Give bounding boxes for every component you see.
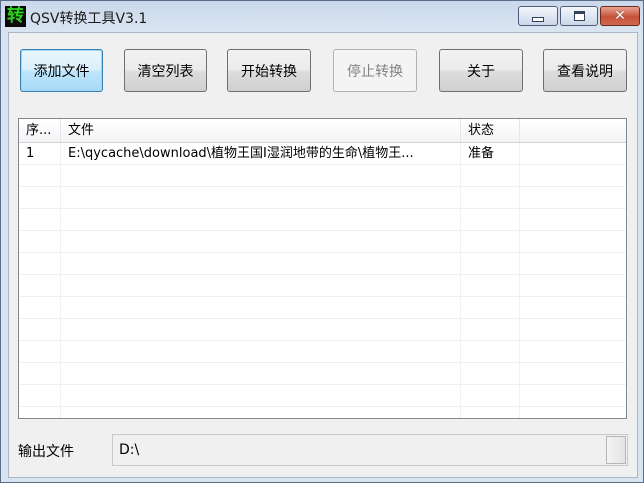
start-convert-button[interactable]: 开始转换 [227, 49, 311, 92]
list-header: 序... 文件 状态 [19, 119, 626, 143]
minimize-button[interactable] [518, 6, 558, 26]
clear-list-button[interactable]: 清空列表 [124, 49, 207, 92]
output-path-field[interactable] [112, 434, 628, 466]
title-bar[interactable]: 转 QSV转换工具V3.1 ✕ [1, 1, 643, 33]
close-icon: ✕ [614, 8, 626, 24]
row-status: 准备 [468, 146, 495, 161]
list-body[interactable] [19, 143, 626, 418]
maximize-button[interactable] [560, 6, 598, 26]
window-title: QSV转换工具V3.1 [30, 11, 148, 27]
row-seq: 1 [26, 146, 35, 161]
grid-line [60, 143, 61, 418]
view-help-button[interactable]: 查看说明 [543, 49, 627, 92]
add-file-button[interactable]: 添加文件 [20, 49, 103, 92]
close-button[interactable]: ✕ [600, 6, 640, 26]
grid-line [519, 143, 520, 418]
column-header-seq[interactable]: 序... [19, 119, 61, 142]
table-row[interactable]: 1 E:\qycache\download\植物王国I湿润地带的生命\植物王..… [19, 143, 626, 165]
maximize-icon [573, 11, 585, 21]
column-header-file[interactable]: 文件 [61, 119, 461, 142]
output-field-scrollbar[interactable] [606, 436, 626, 464]
file-list[interactable]: 序... 文件 状态 1 E:\qycache\download\植物王国I湿润… [18, 118, 627, 419]
column-header-empty[interactable] [520, 119, 626, 142]
client-area: 添加文件 清空列表 开始转换 停止转换 关于 查看说明 序... 文件 状态 1… [8, 32, 638, 478]
app-window: 转 QSV转换工具V3.1 ✕ 添加文件 清空列表 开始转换 停止转换 关于 查… [0, 0, 644, 483]
about-button[interactable]: 关于 [439, 49, 523, 92]
column-header-status[interactable]: 状态 [461, 119, 520, 142]
grid-line [460, 143, 461, 418]
app-icon: 转 [5, 6, 26, 27]
minimize-icon [532, 16, 544, 22]
stop-convert-button[interactable]: 停止转换 [333, 49, 417, 92]
output-file-label: 输出文件 [18, 444, 74, 460]
row-file: E:\qycache\download\植物王国I湿润地带的生命\植物王... [68, 146, 414, 161]
